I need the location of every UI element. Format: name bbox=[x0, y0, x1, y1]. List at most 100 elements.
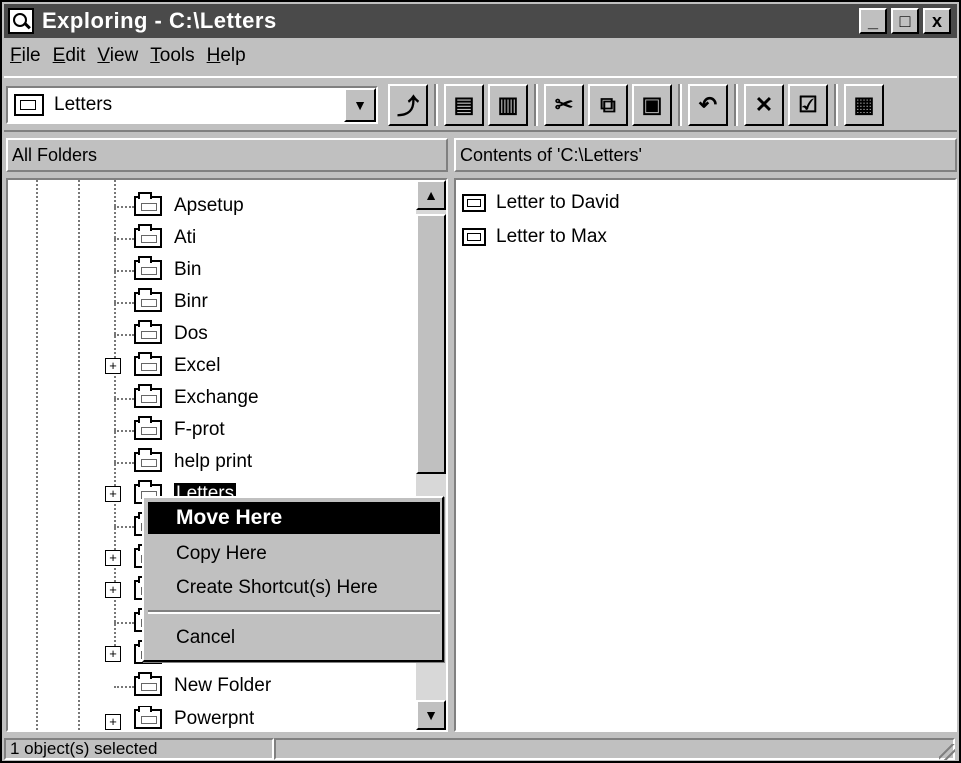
status-panel bbox=[274, 738, 955, 760]
explorer-window: Exploring - C:\Letters _ □ x File Edit V… bbox=[0, 0, 961, 763]
explorer-app-icon[interactable] bbox=[8, 8, 34, 34]
folder-icon bbox=[134, 256, 162, 280]
file-item[interactable]: Letter to Max bbox=[462, 222, 607, 252]
up-folder-icon: ⤴ bbox=[396, 94, 419, 119]
copy-here-item[interactable]: Copy Here bbox=[148, 538, 440, 570]
address-value: Letters bbox=[54, 94, 113, 115]
large-icons-icon: ▦ bbox=[853, 92, 875, 117]
delete-button[interactable]: ✕ bbox=[744, 84, 784, 126]
scroll-up-button[interactable]: ▲ bbox=[416, 180, 446, 210]
document-icon bbox=[462, 194, 486, 212]
folder-label: help print bbox=[174, 451, 253, 472]
cut-button[interactable]: ✂ bbox=[544, 84, 584, 126]
up-folder-button[interactable]: ⤴ bbox=[388, 84, 428, 126]
scroll-thumb[interactable] bbox=[416, 214, 446, 474]
file-item[interactable]: Letter to David bbox=[462, 188, 620, 218]
folder-label: Dos bbox=[174, 323, 208, 344]
map-drive-button[interactable]: ▤ bbox=[444, 84, 484, 126]
tree-folder[interactable]: Bin bbox=[100, 254, 201, 286]
menu-separator bbox=[148, 610, 440, 614]
file-label: Letter to David bbox=[496, 192, 620, 213]
up-arrow-icon: ▲ bbox=[424, 187, 438, 203]
expand-plus-icon[interactable]: + bbox=[105, 486, 121, 502]
minimize-button[interactable]: _ bbox=[859, 8, 887, 34]
undo-button[interactable]: ↶ bbox=[688, 84, 728, 126]
map-drive-icon: ▤ bbox=[453, 92, 475, 117]
paste-icon: ▣ bbox=[641, 92, 663, 117]
menu-bar: File Edit View Tools Help bbox=[4, 40, 957, 72]
menu-view[interactable]: View bbox=[91, 45, 144, 67]
title-bar[interactable]: Exploring - C:\Letters _ □ x bbox=[4, 4, 957, 38]
copy-button[interactable]: ⧉ bbox=[588, 84, 628, 126]
large-icons-button[interactable]: ▦ bbox=[844, 84, 884, 126]
move-here-item[interactable]: Move Here bbox=[148, 502, 440, 534]
menu-tools[interactable]: Tools bbox=[144, 45, 200, 67]
tree-folder[interactable]: Dos bbox=[100, 318, 208, 350]
toolbar-separator bbox=[834, 84, 838, 126]
folder-label: Bin bbox=[174, 259, 202, 280]
status-bar: 1 object(s) selected bbox=[4, 738, 957, 762]
create-shortcut-item[interactable]: Create Shortcut(s) Here bbox=[148, 572, 440, 604]
folder-icon bbox=[134, 448, 162, 472]
close-button[interactable]: x bbox=[923, 8, 951, 34]
tree-line bbox=[114, 206, 134, 208]
folder-icon bbox=[134, 706, 162, 729]
resize-grip-icon[interactable] bbox=[939, 744, 955, 760]
menu-help[interactable]: Help bbox=[201, 45, 252, 67]
drag-context-menu: Move Here Copy Here Create Shortcut(s) H… bbox=[142, 496, 444, 662]
expand-plus-icon[interactable]: + bbox=[105, 358, 121, 374]
scroll-down-button[interactable]: ▼ bbox=[416, 700, 446, 730]
dropdown-arrow-icon[interactable]: ▼ bbox=[344, 88, 376, 122]
tree-line bbox=[78, 180, 80, 730]
folder-label: Exchange bbox=[174, 387, 259, 408]
cut-icon: ✂ bbox=[554, 92, 574, 117]
folder-icon bbox=[134, 352, 162, 376]
undo-icon: ↶ bbox=[698, 92, 718, 117]
tree-folder[interactable]: Exchange bbox=[100, 382, 259, 414]
properties-icon: ☑ bbox=[798, 92, 818, 117]
expand-plus-icon[interactable]: + bbox=[105, 582, 121, 598]
menu-file[interactable]: File bbox=[4, 45, 47, 67]
tree-line bbox=[114, 622, 134, 624]
menu-edit[interactable]: Edit bbox=[47, 45, 92, 67]
down-arrow-icon: ▼ bbox=[424, 707, 438, 723]
maximize-button[interactable]: □ bbox=[891, 8, 919, 34]
status-text: 1 object(s) selected bbox=[4, 738, 274, 760]
file-label: Letter to Max bbox=[496, 226, 607, 247]
tree-line bbox=[114, 462, 134, 464]
tree-folder[interactable]: Ati bbox=[100, 222, 196, 254]
document-icon bbox=[462, 228, 486, 246]
tree-folder[interactable]: help print bbox=[100, 446, 252, 478]
paste-button[interactable]: ▣ bbox=[632, 84, 672, 126]
tree-folder[interactable]: + Powerpnt bbox=[100, 706, 254, 730]
tree-line bbox=[36, 180, 38, 730]
tree-line bbox=[114, 398, 134, 400]
properties-button[interactable]: ☑ bbox=[788, 84, 828, 126]
folder-icon bbox=[134, 416, 162, 440]
tree-folder[interactable]: F-prot bbox=[100, 414, 225, 446]
tree-line bbox=[114, 302, 134, 304]
disconnect-drive-button[interactable]: ▥ bbox=[488, 84, 528, 126]
toolbar-separator bbox=[734, 84, 738, 126]
expand-plus-icon[interactable]: + bbox=[105, 646, 121, 662]
folder-label: New Folder bbox=[174, 675, 272, 696]
folder-label: Excel bbox=[174, 355, 221, 376]
toolbar-separator bbox=[434, 84, 438, 126]
tree-folder[interactable]: Binr bbox=[100, 286, 208, 318]
tree-folder[interactable]: Apsetup bbox=[100, 190, 244, 222]
contents-header: Contents of 'C:\Letters' bbox=[454, 138, 957, 172]
folder-icon bbox=[134, 672, 162, 696]
window-title: Exploring - C:\Letters bbox=[42, 8, 277, 33]
folder-label: Ati bbox=[174, 227, 197, 248]
tree-folder[interactable]: + Excel bbox=[100, 350, 220, 382]
address-combo[interactable]: Letters ▼ bbox=[6, 86, 378, 124]
expand-plus-icon[interactable]: + bbox=[105, 550, 121, 566]
tree-line bbox=[114, 270, 134, 272]
expand-plus-icon[interactable]: + bbox=[105, 714, 121, 730]
tree-folder[interactable]: New Folder bbox=[100, 670, 271, 702]
cancel-item[interactable]: Cancel bbox=[148, 622, 440, 654]
folder-icon bbox=[134, 384, 162, 408]
toolbar-separator bbox=[678, 84, 682, 126]
contents-list[interactable]: Letter to David Letter to Max bbox=[454, 178, 957, 732]
tree-line bbox=[114, 686, 134, 688]
